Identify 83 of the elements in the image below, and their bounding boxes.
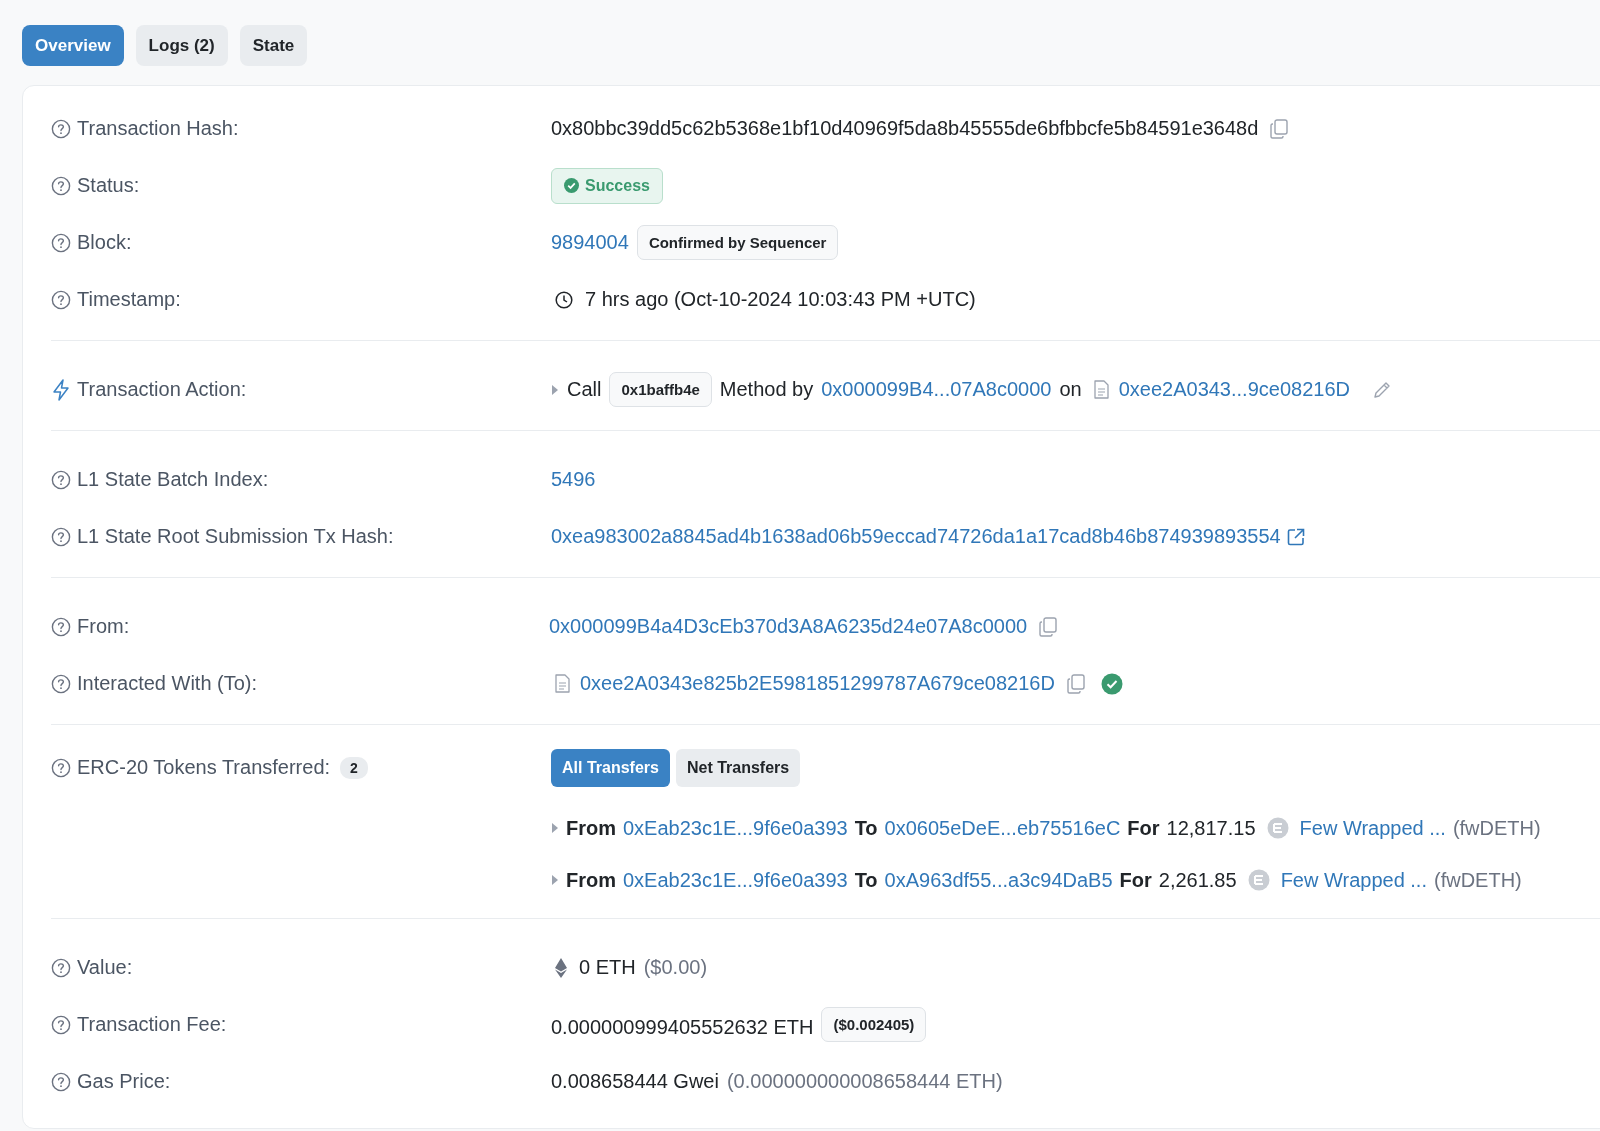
caret-icon[interactable] [551, 822, 559, 834]
caret-icon[interactable] [551, 874, 559, 886]
field-label: L1 State Batch Index: [77, 468, 269, 491]
usd-badge: ($0.002405) [821, 1007, 927, 1042]
field-label: Timestamp: [77, 288, 181, 311]
token-symbol: (fwDETH) [1452, 816, 1541, 840]
help-icon [51, 469, 71, 490]
fee-amount: 0.000000999405552632 ETH [551, 1016, 814, 1039]
help-icon [51, 757, 71, 778]
batch-index-link[interactable]: 5496 [551, 468, 596, 491]
transfer-keyword: From [566, 816, 616, 840]
lightning-icon [51, 378, 71, 401]
address-link[interactable]: 0xee2A0343e825b2E5981851299787A679ce08216D [580, 672, 1055, 695]
count-badge: 2 [340, 756, 368, 779]
contract-link[interactable]: 0xee2A0343...9ce08216D [1118, 378, 1350, 401]
transfer-keyword: To [854, 868, 878, 892]
transfer-keyword: For [1127, 816, 1160, 840]
help-icon [51, 616, 71, 637]
token-amount: 12,817.15 [1166, 816, 1256, 840]
status-badge: Success [551, 167, 663, 204]
block-link[interactable]: 9894004 [551, 231, 629, 254]
help-icon [51, 1014, 71, 1035]
field-label: Status: [77, 174, 140, 197]
gas-price: 0.008658444 Gwei [551, 1070, 719, 1093]
copy-icon[interactable] [1039, 616, 1058, 637]
transfer-keyword: For [1119, 868, 1152, 892]
token-symbol: (fwDETH) [1434, 868, 1522, 892]
token-icon [1247, 869, 1270, 891]
token-link[interactable]: Few Wrapped ... [1280, 868, 1427, 892]
help-icon [51, 118, 71, 139]
address-link[interactable]: 0x000099B4a4D3cEb370d3A8A6235d24e07A8c0000 [549, 615, 1028, 638]
verified-check-icon [1100, 672, 1123, 695]
confirmation-badge: Confirmed by Sequencer [636, 225, 839, 260]
field-label: Interacted With (To): [77, 672, 258, 695]
copy-icon[interactable] [1066, 673, 1085, 694]
copy-icon[interactable] [1270, 118, 1289, 139]
field-label: From: [77, 615, 130, 638]
token-icon [1266, 817, 1289, 839]
external-link-icon[interactable] [1286, 527, 1305, 546]
address-link[interactable]: 0x000099B4...07A8c0000 [821, 378, 1052, 401]
action-text: Method by [719, 378, 814, 401]
action-verb: Call [567, 378, 602, 401]
help-icon [51, 957, 71, 978]
help-icon [51, 1071, 71, 1092]
token-link[interactable]: Few Wrapped ... [1299, 816, 1446, 840]
clock-icon [555, 290, 573, 309]
transfer-keyword: To [854, 816, 878, 840]
transfer-keyword: From [566, 868, 616, 892]
tab[interactable]: Logs (2) [135, 25, 228, 66]
help-icon [51, 526, 71, 547]
address-link[interactable]: 0xEab23c1E...9f6e0a393 [623, 816, 848, 840]
help-icon [51, 232, 71, 253]
filter-tab[interactable]: All Transfers [551, 749, 670, 787]
value-amount: 0 ETH [579, 956, 636, 979]
filter-tab[interactable]: Net Transfers [675, 749, 801, 787]
field-label: L1 State Root Submission Tx Hash: [77, 525, 394, 548]
field-label: ERC-20 Tokens Transferred: [77, 756, 331, 779]
address-link[interactable]: 0xEab23c1E...9f6e0a393 [623, 868, 848, 892]
caret-icon[interactable] [551, 383, 559, 396]
document-icon [555, 674, 570, 693]
tab[interactable]: State [239, 25, 308, 66]
address-link[interactable]: 0xA963df55...a3c94DaB5 [884, 868, 1113, 892]
help-icon [51, 175, 71, 196]
usd-value: ($0.00) [643, 956, 708, 979]
gas-price-eth: (0.000000000008658444 ETH) [726, 1070, 1003, 1093]
help-icon [51, 289, 71, 310]
timestamp-text: 7 hrs ago (Oct-10-2024 10:03:43 PM +UTC) [585, 288, 976, 311]
tx-hash-link[interactable]: 0xea983002a8845ad4b1638ad06b59eccad74726da1a17cad8b46b874939893554 [551, 525, 1281, 548]
action-text: on [1059, 378, 1082, 401]
field-label: Value: [77, 956, 133, 979]
field-label: Transaction Hash: [77, 117, 239, 140]
transaction-hash: 0x80bbc39dd5c62b5368e1bf10d40969f5da8b45555de6bfbbcfe5b84591e3648d [551, 117, 1259, 140]
help-icon [51, 673, 71, 694]
tab[interactable]: Overview [22, 25, 124, 66]
field-label: Transaction Fee: [77, 1013, 227, 1036]
method-badge: 0x1baffb4e [609, 372, 712, 407]
token-amount: 2,261.85 [1158, 868, 1237, 892]
address-link[interactable]: 0x0605eDeE...eb75516eC [884, 816, 1121, 840]
field-label: Gas Price: [77, 1070, 171, 1093]
field-label: Transaction Action: [77, 378, 247, 401]
document-icon [1093, 380, 1109, 399]
ethereum-icon [555, 957, 567, 978]
field-label: Block: [77, 231, 132, 254]
